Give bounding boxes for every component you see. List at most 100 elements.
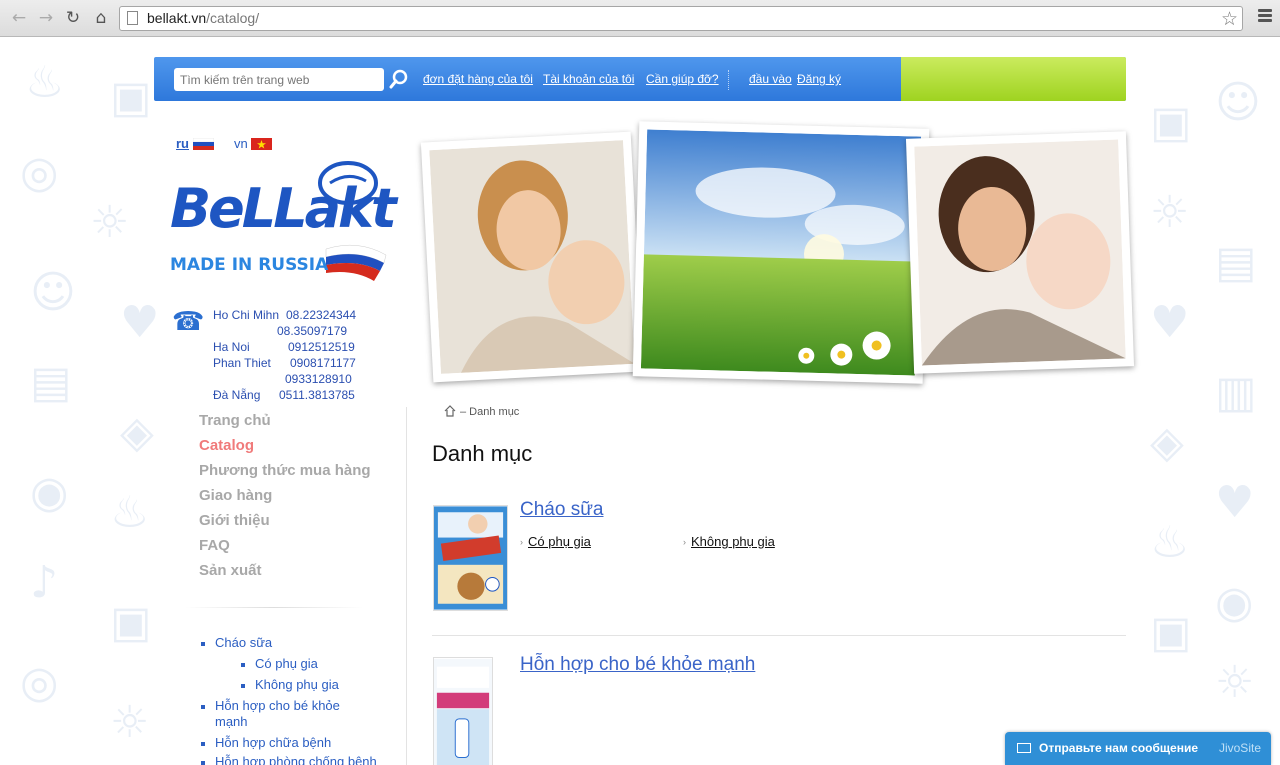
nav-faq[interactable]: FAQ bbox=[199, 537, 371, 562]
help-link[interactable]: Cần giúp đỡ? bbox=[646, 72, 719, 86]
chat-widget-button[interactable]: Отправьте нам сообщение JivoSite bbox=[1005, 732, 1271, 765]
vietnam-flag-icon[interactable] bbox=[251, 138, 272, 150]
breadcrumb: – Danh mục bbox=[460, 406, 520, 418]
contact-phone: 08.35097179 bbox=[277, 324, 348, 338]
contact-phone: 0912512519 bbox=[288, 340, 355, 354]
tree-item[interactable]: Có phụ gia bbox=[255, 656, 318, 671]
tree-bullet bbox=[241, 663, 245, 667]
porridge-product-image[interactable] bbox=[433, 505, 508, 611]
lang-ru-link[interactable]: ru bbox=[176, 136, 189, 151]
reload-icon[interactable]: ↻ bbox=[63, 8, 83, 28]
nav-production[interactable]: Sản xuất bbox=[199, 562, 371, 587]
lang-vn-link[interactable]: vn bbox=[234, 136, 248, 151]
tree-bullet bbox=[201, 705, 205, 709]
tree-item[interactable]: Hỗn hợp cho bé khỏe mạnh bbox=[215, 698, 365, 730]
candy-pattern-icon: ◈ bbox=[1150, 417, 1184, 468]
chat-widget-text: Отправьте нам сообщение bbox=[1039, 741, 1199, 755]
contact-city: Phan Thiet bbox=[213, 356, 271, 370]
nav-delivery[interactable]: Giao hàng bbox=[199, 487, 371, 512]
contact-phone: 0933128910 bbox=[285, 372, 352, 386]
my-orders-link[interactable]: đơn đặt hàng của tôi bbox=[423, 72, 533, 86]
sun-pattern-icon: ☼ bbox=[1215, 657, 1255, 708]
search-icon[interactable] bbox=[388, 68, 410, 90]
contact-phone: 0511.3813785 bbox=[279, 388, 355, 402]
menu-icon[interactable] bbox=[1258, 9, 1272, 27]
crib-pattern-icon: ▥ bbox=[1215, 367, 1257, 418]
chat-widget-brand: JivoSite bbox=[1218, 741, 1261, 755]
contact-phone: 08.22324344 bbox=[286, 308, 357, 322]
my-account-link[interactable]: Tài khoản của tôi bbox=[543, 72, 634, 86]
phone-icon: ☎ bbox=[172, 307, 205, 337]
home-icon[interactable]: ⌂ bbox=[91, 8, 111, 28]
toy-pattern-icon: ☺ bbox=[30, 267, 76, 318]
nav-about[interactable]: Giới thiệu bbox=[199, 512, 371, 537]
clothes-pattern-icon: ▣ bbox=[1150, 607, 1192, 658]
search-input[interactable] bbox=[174, 68, 384, 91]
pacifier-pattern-icon: ◎ bbox=[20, 147, 59, 198]
page: ♨ ▣ ◎ ☼ ☺ ♥ ▤ ◈ ◉ ♨ ♪ ▣ ◎ ☼ ▣ ☺ ☼ ▤ ♥ ▥ … bbox=[0, 37, 1280, 765]
register-link[interactable]: Đăng ký bbox=[797, 72, 841, 86]
top-bar-accent bbox=[901, 57, 1126, 101]
tree-item[interactable]: Không phụ gia bbox=[255, 677, 339, 692]
logo-tagline: MADE IN RUSSIA bbox=[170, 255, 329, 275]
url-text[interactable]: bellakt.vn/catalog/ bbox=[147, 10, 259, 26]
bookmark-star-icon[interactable]: ☆ bbox=[1221, 8, 1238, 30]
category-divider bbox=[432, 635, 1126, 636]
candy-pattern-icon: ◈ bbox=[120, 407, 154, 458]
formula-product-image[interactable] bbox=[433, 657, 493, 765]
nav-home[interactable]: Trang chủ bbox=[199, 412, 371, 437]
forward-icon[interactable]: → bbox=[36, 8, 56, 28]
tree-item[interactable]: Hỗn hợp chữa bệnh bbox=[215, 735, 331, 750]
mother-baby-photo bbox=[420, 131, 644, 383]
contact-city: Ha Noi bbox=[213, 340, 250, 354]
chevron-right-icon: › bbox=[683, 537, 686, 547]
sun-pattern-icon: ☼ bbox=[1150, 187, 1190, 238]
tree-item[interactable]: Hỗn hợp phòng chống bệnh bbox=[215, 754, 377, 765]
diaper-pattern-icon: ▤ bbox=[1215, 237, 1257, 288]
face-pattern-icon: ☺ bbox=[1215, 77, 1261, 128]
column-divider bbox=[406, 407, 407, 765]
shirt-pattern-icon: ▤ bbox=[30, 357, 72, 408]
category-title[interactable]: Hỗn hợp cho bé khỏe mạnh bbox=[520, 654, 755, 676]
bottle-pattern-icon: ♨ bbox=[110, 487, 150, 538]
address-bar[interactable]: bellakt.vn/catalog/ ☆ bbox=[119, 6, 1243, 31]
logo-text: BeLLakt bbox=[170, 177, 397, 240]
russia-flag-icon[interactable] bbox=[193, 138, 214, 150]
rattle-pattern-icon: ◉ bbox=[1215, 577, 1254, 628]
bottle-pattern-icon: ♨ bbox=[1150, 517, 1190, 568]
clothes-pattern-icon: ▣ bbox=[1150, 97, 1192, 148]
bib-pattern-icon: ♥ bbox=[120, 297, 160, 348]
meadow-photo bbox=[632, 121, 930, 384]
mother-child-photo bbox=[905, 131, 1135, 374]
russia-ribbon-icon bbox=[325, 244, 387, 281]
bellakt-logo[interactable]: BeLLakt MADE IN RUSSIA bbox=[168, 155, 397, 290]
tree-bullet bbox=[201, 761, 205, 765]
nav-catalog[interactable]: Catalog bbox=[199, 437, 371, 462]
page-title: Danh mục bbox=[432, 441, 533, 466]
clothes-pattern-icon: ▣ bbox=[110, 72, 152, 123]
category-title[interactable]: Cháo sữa bbox=[520, 499, 604, 521]
url-host: bellakt.vn bbox=[147, 10, 207, 26]
back-icon[interactable]: ← bbox=[9, 8, 29, 28]
chevron-right-icon: › bbox=[520, 537, 523, 547]
login-link[interactable]: đầu vào bbox=[749, 72, 792, 86]
top-separator bbox=[728, 70, 729, 90]
spoon-pattern-icon: ♪ bbox=[30, 557, 59, 608]
sun-pattern-icon: ☼ bbox=[90, 197, 130, 248]
contact-city: Ho Chi Mihn bbox=[213, 308, 280, 322]
contact-phone: 0908171177 bbox=[290, 356, 356, 370]
contact-city: Đà Nẵng bbox=[213, 388, 261, 402]
subcategory-link[interactable]: Có phụ gia bbox=[528, 534, 591, 549]
browser-toolbar: ← → ↻ ⌂ bellakt.vn/catalog/ ☆ bbox=[0, 0, 1280, 37]
sun-pattern-icon: ☼ bbox=[110, 697, 150, 748]
breadcrumb-home-icon[interactable] bbox=[444, 405, 456, 417]
subcategory-link[interactable]: Không phụ gia bbox=[691, 534, 775, 549]
bottle-pattern-icon: ♨ bbox=[25, 57, 65, 108]
envelope-icon bbox=[1017, 743, 1031, 753]
tree-bullet bbox=[201, 742, 205, 746]
bib-pattern-icon: ♥ bbox=[1150, 297, 1190, 348]
nav-purchase-methods[interactable]: Phương thức mua hàng bbox=[199, 462, 371, 487]
divider bbox=[185, 607, 363, 608]
tree-item[interactable]: Cháo sữa bbox=[215, 635, 272, 650]
tree-bullet bbox=[241, 684, 245, 688]
